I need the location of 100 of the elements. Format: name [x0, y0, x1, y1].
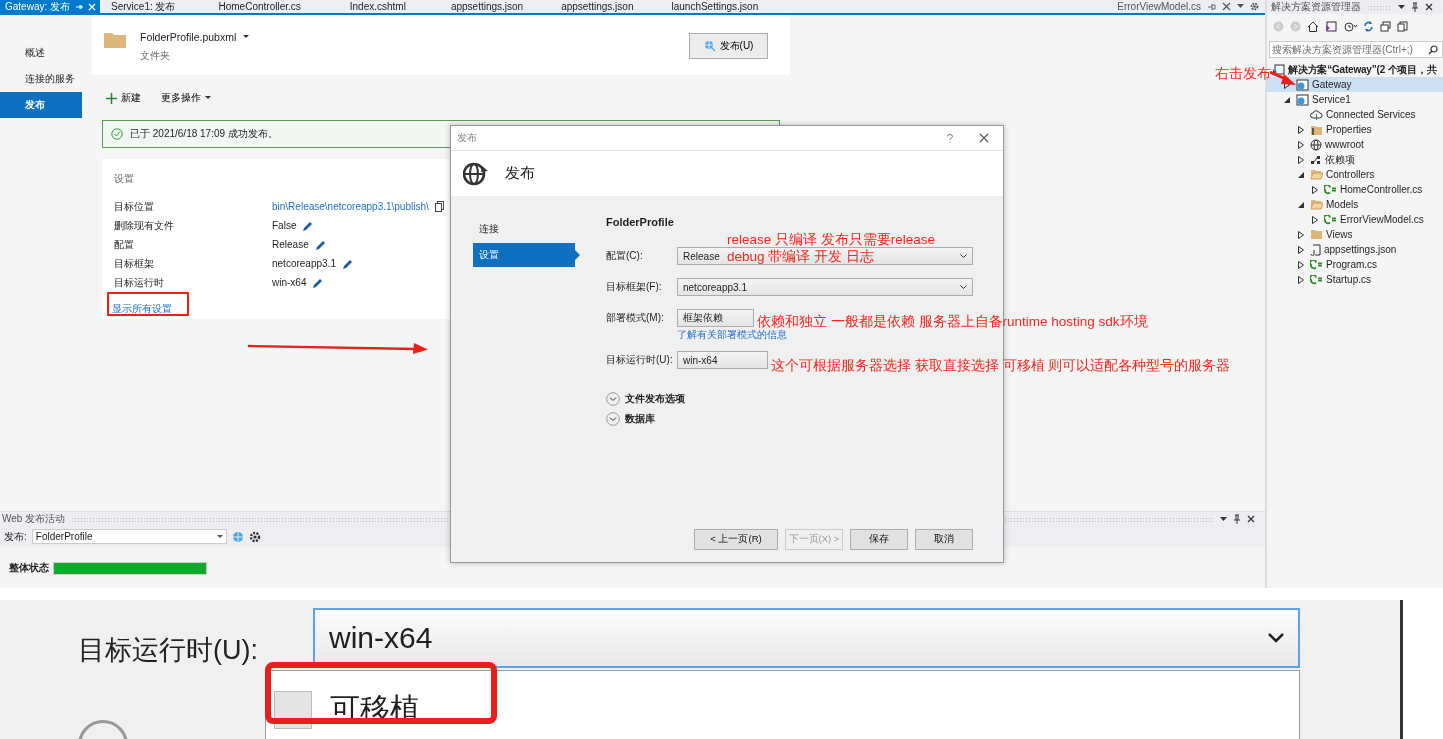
vs-icon[interactable] [1325, 20, 1337, 32]
field-label: 配置(C): [606, 249, 644, 263]
refresh-icon[interactable] [1363, 20, 1374, 32]
annotation-note: release 只编译 发布只需要release [727, 232, 936, 248]
expand-arrow-icon[interactable] [1298, 140, 1304, 149]
pin-icon[interactable] [1207, 2, 1216, 11]
folder-wrench-icon [1310, 123, 1323, 136]
setting-value: Release [272, 239, 309, 250]
tree-item[interactable]: Service1 [1267, 92, 1443, 107]
windows-icon[interactable] [1380, 20, 1391, 32]
tree-item[interactable]: Properties [1267, 122, 1443, 137]
collapse-arrow-icon[interactable] [1284, 96, 1290, 103]
check-circle-icon [111, 128, 123, 140]
editor-tab[interactable]: ErrorViewModel.cs [1117, 1, 1201, 12]
history-icon[interactable] [1343, 20, 1357, 32]
caret-icon[interactable] [243, 35, 250, 39]
search-field[interactable]: 搜索解决方案资源管理器(Ctrl+;) [1269, 41, 1443, 58]
runtime-dropdown[interactable]: win-x64 [313, 608, 1300, 668]
nav-item[interactable]: 概述 [0, 40, 82, 66]
copy-icon[interactable] [1397, 20, 1408, 32]
csharp-file-icon [1310, 259, 1323, 270]
tree-item[interactable]: ErrorViewModel.cs [1267, 212, 1443, 227]
caret-icon [216, 534, 223, 539]
expand-arrow-icon[interactable] [1312, 215, 1318, 224]
publish-button[interactable]: 发布(U) [689, 33, 768, 59]
collapse-arrow-icon[interactable] [1298, 201, 1304, 208]
section-title: 设置 [114, 172, 134, 186]
caret-icon[interactable] [1398, 4, 1405, 10]
pencil-icon[interactable] [341, 257, 354, 270]
profile-dropdown[interactable]: FolderProfile [31, 529, 227, 544]
pencil-icon[interactable] [314, 238, 327, 251]
combo-field[interactable]: win-x64 [677, 351, 768, 369]
path-link[interactable]: bin\Release\netcoreapp3.1\publish\ [272, 201, 429, 212]
tree-item[interactable]: Program.cs [1267, 257, 1443, 272]
section-header[interactable]: 数据库 [625, 412, 655, 426]
editor-tab[interactable]: appsettings.json [445, 0, 557, 13]
close-icon[interactable] [1247, 515, 1255, 523]
help-icon[interactable] [947, 133, 953, 143]
editor-tab[interactable]: Index.cshtml [344, 0, 446, 13]
chevron-icon [960, 253, 967, 259]
expand-arrow-icon[interactable] [1298, 125, 1304, 134]
field-label: 目标运行时(U): [78, 634, 258, 667]
home-icon[interactable] [1307, 20, 1319, 32]
solution-icon [1273, 63, 1285, 76]
setting-value: netcoreapp3.1 [272, 258, 336, 269]
collapse-arrow-icon[interactable] [1298, 171, 1304, 178]
expand-arrow-icon[interactable] [1298, 275, 1304, 284]
pin-icon[interactable] [75, 2, 84, 11]
editor-tab[interactable]: launchSettings.json [666, 0, 777, 13]
close-icon[interactable] [1222, 2, 1231, 11]
globe-icon [463, 161, 489, 186]
combo-field[interactable]: 框架依赖 [677, 309, 754, 327]
section-header[interactable]: 文件发布选项 [625, 392, 685, 406]
tree-item[interactable]: appsettings.json [1267, 242, 1443, 257]
show-all-settings-link[interactable]: 显示所有设置 [107, 299, 196, 319]
close-icon[interactable] [979, 133, 989, 143]
expand-arrow-icon[interactable] [1298, 245, 1304, 254]
expand-circle-icon[interactable] [606, 392, 620, 406]
profile-name[interactable]: FolderProfile.pubxml [140, 31, 237, 43]
editor-tab[interactable]: Service1: 发布 [106, 0, 214, 13]
tree-item[interactable]: wwwroot [1267, 137, 1443, 152]
more-actions-button[interactable]: 更多操作 [161, 88, 211, 108]
nav-item[interactable]: 发布 [0, 92, 82, 118]
expand-circle-icon[interactable] [606, 412, 620, 426]
dialog-button[interactable]: < 上一页(R) [694, 529, 778, 550]
tree-item[interactable]: Views [1267, 227, 1443, 242]
expand-arrow-icon[interactable] [1312, 185, 1318, 194]
dialog-button[interactable]: 取消 [915, 529, 973, 550]
tree-item[interactable]: HomeController.cs [1267, 182, 1443, 197]
expand-arrow-icon[interactable] [1298, 230, 1304, 239]
settings-icon[interactable] [1250, 2, 1259, 11]
caret-icon[interactable] [1220, 516, 1227, 522]
setting-label: 配置 [114, 237, 135, 252]
dialog-button[interactable]: 保存 [850, 529, 908, 550]
pencil-icon[interactable] [302, 219, 315, 232]
wizard-step[interactable]: 连接 [473, 217, 575, 241]
pin-icon[interactable] [1233, 514, 1241, 524]
tree-item[interactable]: Models [1267, 197, 1443, 212]
expand-arrow-icon[interactable] [1298, 260, 1304, 269]
tree-item[interactable]: Controllers [1267, 167, 1443, 182]
dropdown[interactable]: netcoreapp3.1 [677, 278, 973, 296]
tree-item[interactable]: Connected Services [1267, 107, 1443, 122]
editor-tab[interactable]: appsettings.json [556, 0, 667, 13]
tree-item[interactable]: Startup.cs [1267, 272, 1443, 287]
editor-tab[interactable]: HomeController.cs [213, 0, 345, 13]
pencil-icon[interactable] [312, 276, 325, 289]
expand-arrow-icon[interactable] [1298, 155, 1304, 164]
caret-icon[interactable] [1237, 4, 1244, 9]
csharp-file-icon [1324, 214, 1337, 225]
tree-item[interactable]: 依赖项 [1267, 152, 1443, 167]
pin-icon[interactable] [1411, 2, 1419, 12]
wizard-step[interactable]: 设置 [473, 243, 580, 267]
deploy-mode-link[interactable]: 了解有关部署模式的信息 [677, 329, 973, 342]
chevron-icon [1268, 633, 1284, 643]
editor-tab[interactable]: Gateway: 发布 [0, 0, 101, 13]
nav-item[interactable]: 连接的服务 [0, 66, 82, 92]
close-icon[interactable] [1425, 3, 1433, 11]
settings-icon[interactable] [248, 530, 261, 543]
new-button[interactable]: 新建 [106, 88, 141, 108]
copy-icon[interactable] [434, 201, 444, 212]
